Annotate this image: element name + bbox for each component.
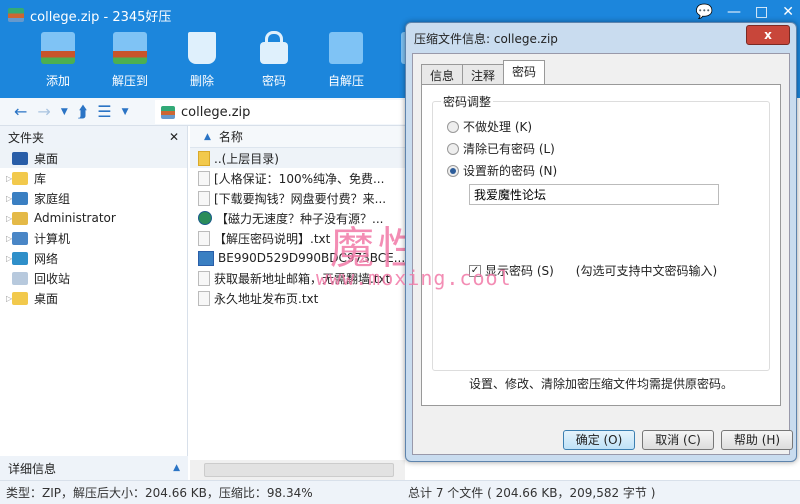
help-button[interactable]: 帮助 (H): [721, 430, 793, 450]
file-row[interactable]: [下载要掏钱？网盘要付费？来...: [190, 188, 405, 208]
scrollbar-thumb[interactable]: [204, 463, 394, 477]
dialog-title: 压缩文件信息: college.zip: [414, 31, 558, 46]
archive-info-dialog: 压缩文件信息: college.zip x 信息 注释 密码 密码调整 不做处理…: [405, 22, 797, 462]
globe-icon: [198, 211, 212, 225]
close-button[interactable]: ✕: [782, 4, 794, 20]
file-row[interactable]: BE990D529D990BDC973BCE...: [190, 248, 405, 268]
self-extract-icon: [329, 32, 363, 64]
checkbox-checked-icon: ✓: [469, 264, 481, 277]
torrent-icon: [198, 250, 214, 266]
toolbar-recycle-bin-button[interactable]: 删除: [166, 30, 238, 98]
status-right: 总计 7 个文件 ( 204.66 KB，209,582 字节 ): [408, 486, 656, 500]
tree-item[interactable]: ▷ 网络: [0, 248, 187, 268]
toolbar-lock-button[interactable]: 密码: [238, 30, 310, 98]
folder-icon: [12, 271, 28, 285]
folder-icon: [12, 291, 28, 305]
file-row[interactable]: 获取最新地址邮箱，无需翻墙.txt: [190, 268, 405, 288]
expand-icon[interactable]: ▷: [0, 194, 12, 203]
view-list-icon[interactable]: ☰: [97, 102, 111, 121]
column-header-name[interactable]: ▲ 名称: [190, 126, 405, 148]
status-left: 类型：ZIP，解压后大小：204.66 KB，压缩比：98.34%: [6, 486, 313, 500]
address-bar[interactable]: college.zip: [155, 100, 405, 124]
file-row[interactable]: 永久地址发布页.txt: [190, 288, 405, 308]
folder-panel-title: 文件夹: [8, 130, 45, 145]
forward-icon[interactable]: →: [37, 102, 50, 121]
feedback-button[interactable]: 💬: [696, 4, 713, 20]
toolbar-extract-button[interactable]: 解压到: [94, 30, 166, 98]
up-folder-icon[interactable]: ⮭: [78, 102, 87, 122]
file-row[interactable]: [人格保证：100%纯净、免费...: [190, 168, 405, 188]
back-icon[interactable]: ←: [14, 102, 27, 121]
history-dropdown-icon[interactable]: ▼: [61, 107, 68, 117]
expand-icon[interactable]: ▷: [0, 294, 12, 303]
toolbar-self-extract-button[interactable]: 自解压: [310, 30, 382, 98]
folder-icon: [12, 151, 28, 165]
folder-icon: [12, 251, 28, 265]
horizontal-scrollbar[interactable]: [190, 460, 405, 480]
show-password-checkbox[interactable]: ✓ 显示密码 (S) (勾选可支持中文密码输入): [469, 262, 717, 279]
toolbar-add-button[interactable]: 添加: [22, 30, 94, 98]
folder-icon: [198, 150, 210, 166]
file-row[interactable]: ..(上层目录): [190, 148, 405, 168]
text-file-icon: [198, 190, 210, 206]
recycle-bin-icon: [188, 32, 216, 64]
lock-icon: [260, 31, 288, 64]
add-icon: [41, 32, 75, 64]
folder-icon: [12, 191, 28, 205]
radio-no-change[interactable]: 不做处理 (K): [447, 118, 532, 135]
radio-clear-password[interactable]: 清除已有密码 (L): [447, 140, 555, 157]
dialog-close-button[interactable]: x: [746, 25, 790, 45]
file-list: ▲ 名称 ..(上层目录) [人格保证：100%纯净、免费... [下载要掏钱？网盘要…: [190, 126, 405, 460]
password-note: 设置、修改、清除加密压缩文件均需提供原密码。: [468, 377, 733, 391]
tab-info[interactable]: 信息: [421, 64, 464, 84]
radio-set-password[interactable]: 设置新的密码 (N): [447, 162, 557, 179]
tree-item[interactable]: ▷ Administrator: [0, 208, 187, 228]
folder-icon: [12, 231, 28, 245]
expand-icon[interactable]: ▷: [0, 234, 12, 243]
folder-icon: [12, 171, 28, 185]
text-file-icon: [198, 270, 210, 286]
app-icon: [8, 8, 24, 22]
sort-asc-icon: ▲: [204, 131, 211, 142]
maximize-button[interactable]: □: [755, 4, 768, 20]
address-text: college.zip: [181, 104, 251, 120]
expand-icon[interactable]: ▷: [0, 254, 12, 263]
view-dropdown-icon[interactable]: ▼: [122, 107, 129, 117]
minimize-button[interactable]: —: [727, 4, 741, 20]
password-group: 密码调整 不做处理 (K) 清除已有密码 (L) 设置新的密码 (N) ✓显示密…: [432, 93, 770, 371]
file-row[interactable]: 【磁力无速度？种子没有源？...: [190, 208, 405, 228]
window-title: college.zip - 2345好压: [30, 9, 172, 25]
tree-item[interactable]: ▷ 家庭组: [0, 188, 187, 208]
details-label: 详细信息: [8, 461, 57, 476]
tree-item[interactable]: ▷ 桌面: [0, 288, 187, 308]
cancel-button[interactable]: 取消 (C): [642, 430, 714, 450]
tab-password[interactable]: 密码: [503, 60, 546, 84]
text-file-icon: [198, 170, 210, 186]
group-label: 密码调整: [441, 93, 494, 110]
collapse-icon[interactable]: ▲: [173, 463, 180, 473]
text-file-icon: [198, 230, 210, 246]
ok-button[interactable]: 确定 (O): [563, 430, 635, 450]
status-bar: 类型：ZIP，解压后大小：204.66 KB，压缩比：98.34% 总计 7 个…: [0, 480, 800, 504]
expand-icon[interactable]: ▷: [0, 174, 12, 183]
tree-item[interactable]: 桌面: [0, 148, 187, 168]
tab-comment[interactable]: 注释: [462, 64, 505, 84]
folder-icon: [12, 211, 28, 225]
extract-icon: [113, 32, 147, 64]
tree-item[interactable]: ▷ 计算机: [0, 228, 187, 248]
close-panel-icon[interactable]: ✕: [169, 130, 179, 144]
folder-panel: 文件夹 ✕ 桌面 ▷ 库 ▷ 家庭组 ▷ Administrator ▷ 计算机 ▷ 网络 回收站 ▷ 桌面…: [0, 126, 188, 480]
tree-item[interactable]: 回收站: [0, 268, 187, 288]
zip-icon: [161, 105, 175, 119]
text-file-icon: [198, 290, 210, 306]
expand-icon[interactable]: ▷: [0, 214, 12, 223]
file-row[interactable]: 【解压密码说明】.txt: [190, 228, 405, 248]
password-input[interactable]: [469, 184, 719, 205]
tree-item[interactable]: ▷ 库: [0, 168, 187, 188]
